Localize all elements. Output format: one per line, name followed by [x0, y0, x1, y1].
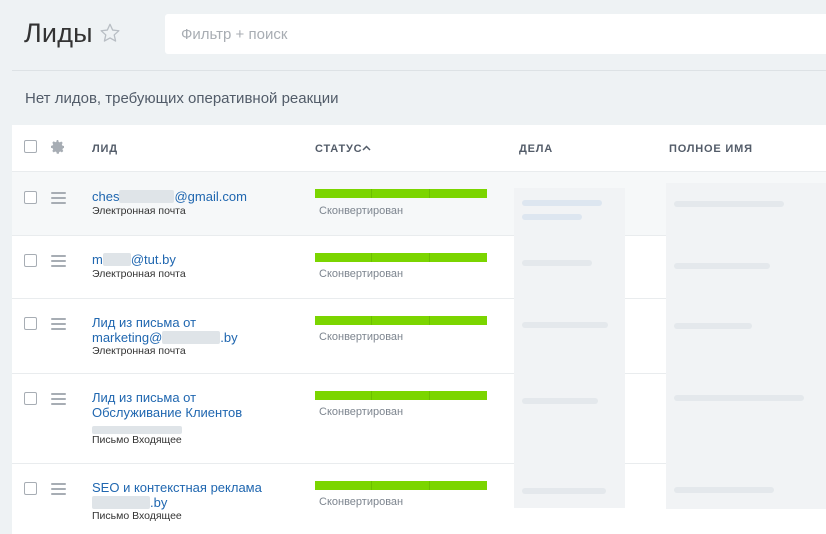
redacted-deals-column — [514, 188, 625, 508]
select-all-checkbox[interactable] — [24, 140, 37, 153]
status-progress-bar[interactable] — [315, 391, 487, 400]
sort-ascending-icon[interactable] — [362, 145, 371, 151]
gear-icon[interactable] — [50, 139, 66, 155]
status-label: Сконвертирован — [319, 406, 404, 418]
lead-source: Письмо Входящее — [92, 510, 182, 522]
drag-handle-icon[interactable] — [51, 255, 66, 270]
status-label: Сконвертирован — [319, 496, 404, 508]
lead-source: Электронная почта — [92, 205, 186, 217]
row-checkbox[interactable] — [24, 392, 37, 405]
status-progress-bar[interactable] — [315, 481, 487, 490]
grid-header: ЛИД СТАТУС ДЕЛА ПОЛНОЕ ИМЯ — [12, 125, 826, 172]
row-checkbox[interactable] — [24, 254, 37, 267]
status-progress-bar[interactable] — [315, 189, 487, 198]
status-label: Сконвертирован — [319, 268, 404, 280]
lead-name-link[interactable]: Лид из письма от Обслуживание Клиентов — [92, 390, 242, 435]
status-label: Сконвертирован — [319, 205, 404, 217]
empty-notice: Нет лидов, требующих оперативной реакции — [25, 90, 339, 107]
leads-grid: ЛИД СТАТУС ДЕЛА ПОЛНОЕ ИМЯ ches @gmail.co… — [12, 125, 826, 534]
drag-handle-icon[interactable] — [51, 192, 66, 207]
status-progress-bar[interactable] — [315, 253, 487, 262]
lead-name-link[interactable]: ches @gmail.com — [92, 189, 247, 204]
star-icon[interactable] — [99, 22, 121, 44]
page-header: Лиды — [0, 0, 826, 70]
column-header-deals[interactable]: ДЕЛА — [519, 143, 553, 155]
lead-name-link[interactable]: Лид из письма от marketing@ .by — [92, 315, 238, 345]
status-progress-bar[interactable] — [315, 316, 487, 325]
lead-source: Электронная почта — [92, 268, 186, 280]
column-header-lead[interactable]: ЛИД — [92, 143, 118, 155]
header-divider — [12, 70, 826, 71]
lead-source: Письмо Входящее — [92, 434, 182, 446]
page-title: Лиды — [24, 18, 93, 48]
row-checkbox[interactable] — [24, 317, 37, 330]
column-header-full-name[interactable]: ПОЛНОЕ ИМЯ — [669, 143, 753, 155]
lead-source: Электронная почта — [92, 345, 186, 357]
row-checkbox[interactable] — [24, 482, 37, 495]
drag-handle-icon[interactable] — [51, 318, 66, 333]
redacted-full-name-column — [666, 183, 826, 509]
lead-name-link[interactable]: m @tut.by — [92, 252, 176, 267]
status-label: Сконвертирован — [319, 331, 404, 343]
row-checkbox[interactable] — [24, 191, 37, 204]
lead-name-link[interactable]: SEO и контекстная реклама .by — [92, 480, 262, 510]
drag-handle-icon[interactable] — [51, 393, 66, 408]
search-input[interactable] — [165, 14, 781, 54]
drag-handle-icon[interactable] — [51, 483, 66, 498]
search-bar[interactable] — [165, 14, 826, 54]
column-header-status[interactable]: СТАТУС — [315, 143, 362, 155]
